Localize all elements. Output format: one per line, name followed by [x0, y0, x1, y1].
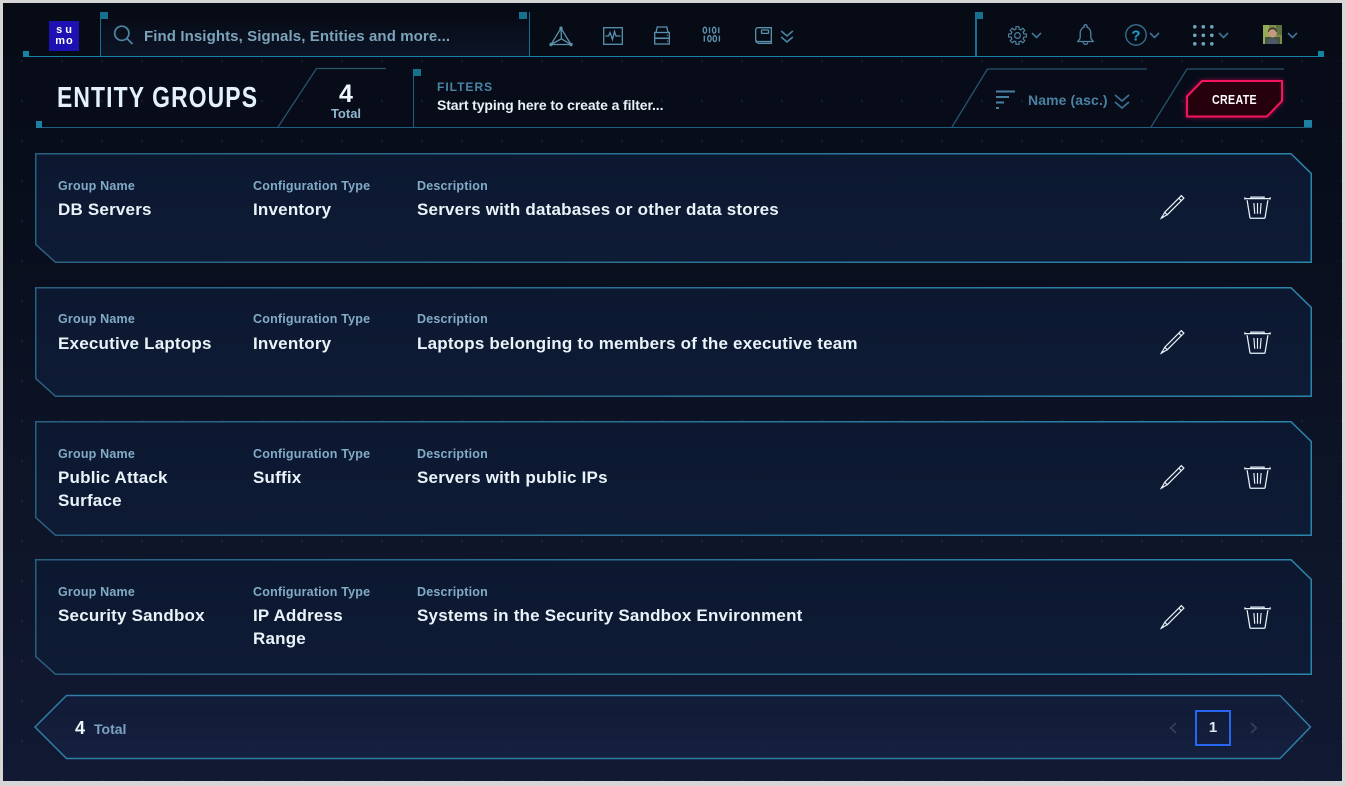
svg-text:?: ? [1131, 27, 1140, 44]
svg-text:CREATE: CREATE [1212, 93, 1257, 107]
